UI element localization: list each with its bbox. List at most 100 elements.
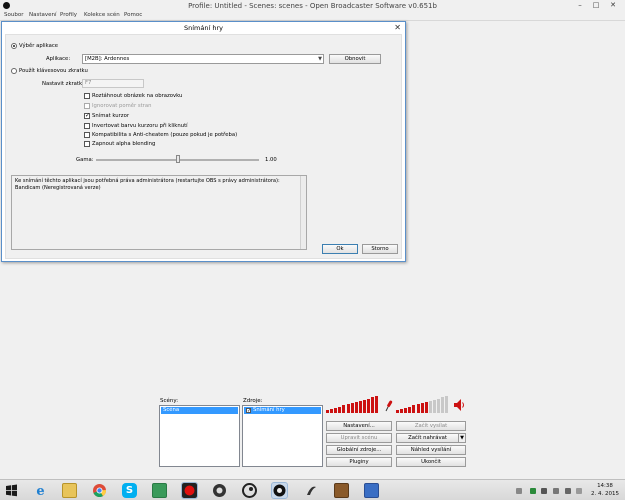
alpha-blend-checkbox[interactable]: [84, 141, 90, 147]
tray-volume-icon[interactable]: [565, 488, 571, 494]
chrome-icon[interactable]: [92, 483, 107, 498]
refresh-button[interactable]: Obnovit: [329, 54, 381, 64]
app-icon[interactable]: [364, 483, 379, 498]
preview-stream-button[interactable]: Náhled vysílání: [396, 445, 466, 455]
meter-bar: [358, 400, 362, 413]
bandicam-icon[interactable]: [181, 482, 198, 499]
exit-button[interactable]: Ukončit: [396, 457, 466, 467]
meter-bar: [334, 407, 338, 413]
tool-icon[interactable]: [304, 483, 319, 498]
tray-network-icon[interactable]: [553, 488, 559, 494]
meter-bar: [400, 408, 404, 413]
menu-profiles[interactable]: Profily: [60, 12, 77, 18]
start-icon[interactable]: [4, 483, 19, 498]
invert-cursor-checkbox[interactable]: [84, 123, 90, 129]
recording-options-dropdown[interactable]: ▼: [459, 433, 466, 443]
stretch-label: Roztáhnout obrázek na obrazovku: [92, 93, 183, 99]
meter-bar: [412, 405, 416, 413]
meter-bar: [424, 401, 428, 413]
scenes-list[interactable]: Scéna: [159, 405, 240, 467]
maps-icon[interactable]: [152, 483, 167, 498]
ok-button[interactable]: Ok: [322, 244, 358, 254]
edit-scene-button[interactable]: Upravit scénu: [326, 433, 392, 443]
capture-cursor-checkbox[interactable]: ✓: [84, 113, 90, 119]
clock-date: 2. 4. 2015: [591, 491, 619, 497]
speaker-icon[interactable]: [453, 398, 465, 412]
chevron-down-icon: ▼: [318, 56, 322, 62]
start-streaming-button[interactable]: Začít vysílat: [396, 421, 466, 431]
plugins-button[interactable]: Pluginy: [326, 457, 392, 467]
menu-settings[interactable]: Nastavení: [29, 12, 57, 18]
sources-list[interactable]: ✓ Snímání hry: [242, 405, 323, 467]
meter-bar: [375, 396, 379, 413]
hotkey-field[interactable]: F7: [82, 79, 144, 88]
tray-arrow-icon[interactable]: [516, 488, 522, 494]
window-title: Profile: Untitled - Scenes: scenes - Ope…: [188, 2, 437, 10]
meter-bar: [432, 399, 436, 413]
alpha-blend-label: Zapnout alpha blending: [92, 141, 156, 147]
source-item-label: Snímání hry: [253, 407, 285, 413]
gamma-slider-thumb[interactable]: [175, 155, 180, 163]
skype-icon[interactable]: S: [122, 483, 137, 498]
taskbar-clock[interactable]: 14:38 2. 4. 2015: [591, 482, 619, 498]
meter-bar: [428, 400, 432, 413]
application-select[interactable]: [M2B]: Ardennes ▼: [82, 54, 324, 64]
info-scrollbar[interactable]: [300, 176, 306, 249]
ignore-aspect-checkbox[interactable]: [84, 103, 90, 109]
mic-volume-meter[interactable]: [326, 395, 380, 413]
menu-file[interactable]: Soubor: [4, 12, 23, 18]
mode-hotkey-radio[interactable]: [11, 68, 17, 74]
title-bar: Profile: Untitled - Scenes: scenes - Ope…: [0, 0, 625, 11]
dialog-close-icon[interactable]: ✕: [394, 23, 401, 32]
start-recording-button[interactable]: Začít nahrávat: [396, 433, 459, 443]
scenes-label: Scény:: [160, 398, 179, 404]
mode-app-radio[interactable]: [11, 43, 17, 49]
sources-label: Zdroje:: [243, 398, 263, 404]
meter-bar: [404, 407, 408, 413]
menu-scene-collections[interactable]: Kolekce scén: [84, 12, 120, 18]
admin-info-box: Ke snímání těchto aplikací jsou potřebná…: [11, 175, 307, 250]
game-icon[interactable]: [334, 483, 349, 498]
tray-flag-icon[interactable]: [541, 488, 547, 494]
meter-bar: [350, 403, 354, 413]
stretch-checkbox[interactable]: [84, 93, 90, 99]
steam-icon[interactable]: [242, 483, 257, 498]
maximize-button[interactable]: □: [589, 1, 603, 10]
ie-icon[interactable]: e: [33, 483, 48, 498]
explorer-icon[interactable]: [62, 483, 77, 498]
obs-icon[interactable]: [212, 483, 227, 498]
meter-bar: [445, 396, 449, 413]
desktop-volume-meter[interactable]: [396, 395, 450, 413]
meter-bar: [437, 398, 440, 413]
anticheat-label: Kompatibilita s Anti-cheatem (pouze poku…: [92, 132, 238, 138]
meter-bar: [396, 410, 399, 413]
meter-bar: [371, 397, 375, 413]
source-item[interactable]: ✓ Snímání hry: [244, 407, 321, 414]
menu-bar: Soubor Nastavení Profily Kolekce scén Po…: [0, 11, 625, 21]
capture-cursor-label: Snímat kurzor: [92, 113, 129, 119]
meter-bar: [330, 408, 334, 413]
source-visible-checkbox[interactable]: ✓: [246, 408, 251, 414]
anticheat-checkbox[interactable]: [84, 132, 90, 138]
meter-bar: [420, 403, 424, 413]
minimize-button[interactable]: –: [573, 1, 587, 10]
cancel-button[interactable]: Storno: [362, 244, 398, 254]
menu-help[interactable]: Pomoc: [124, 12, 142, 18]
svg-text:e: e: [36, 484, 44, 498]
meter-bar: [362, 399, 366, 413]
scene-item[interactable]: Scéna: [161, 407, 238, 414]
meter-bar: [342, 405, 346, 413]
microphone-icon[interactable]: [383, 399, 394, 413]
obs-active-icon[interactable]: [271, 482, 288, 499]
global-sources-button[interactable]: Globální zdroje...: [326, 445, 392, 455]
application-label: Aplikace:: [46, 56, 71, 62]
close-button[interactable]: ✕: [606, 1, 620, 10]
gamma-value: 1.00: [265, 157, 277, 163]
tray-app-icon[interactable]: [530, 488, 536, 494]
meter-bar: [367, 398, 370, 413]
settings-button[interactable]: Nastavení...: [326, 421, 392, 431]
application-select-value: [M2B]: Ardennes: [85, 56, 130, 62]
taskbar: e S 14:38 2. 4. 2015: [0, 479, 625, 500]
ignore-aspect-label: Ignorovat poměr stran: [92, 103, 152, 109]
tray-keyboard-icon[interactable]: [576, 488, 582, 494]
